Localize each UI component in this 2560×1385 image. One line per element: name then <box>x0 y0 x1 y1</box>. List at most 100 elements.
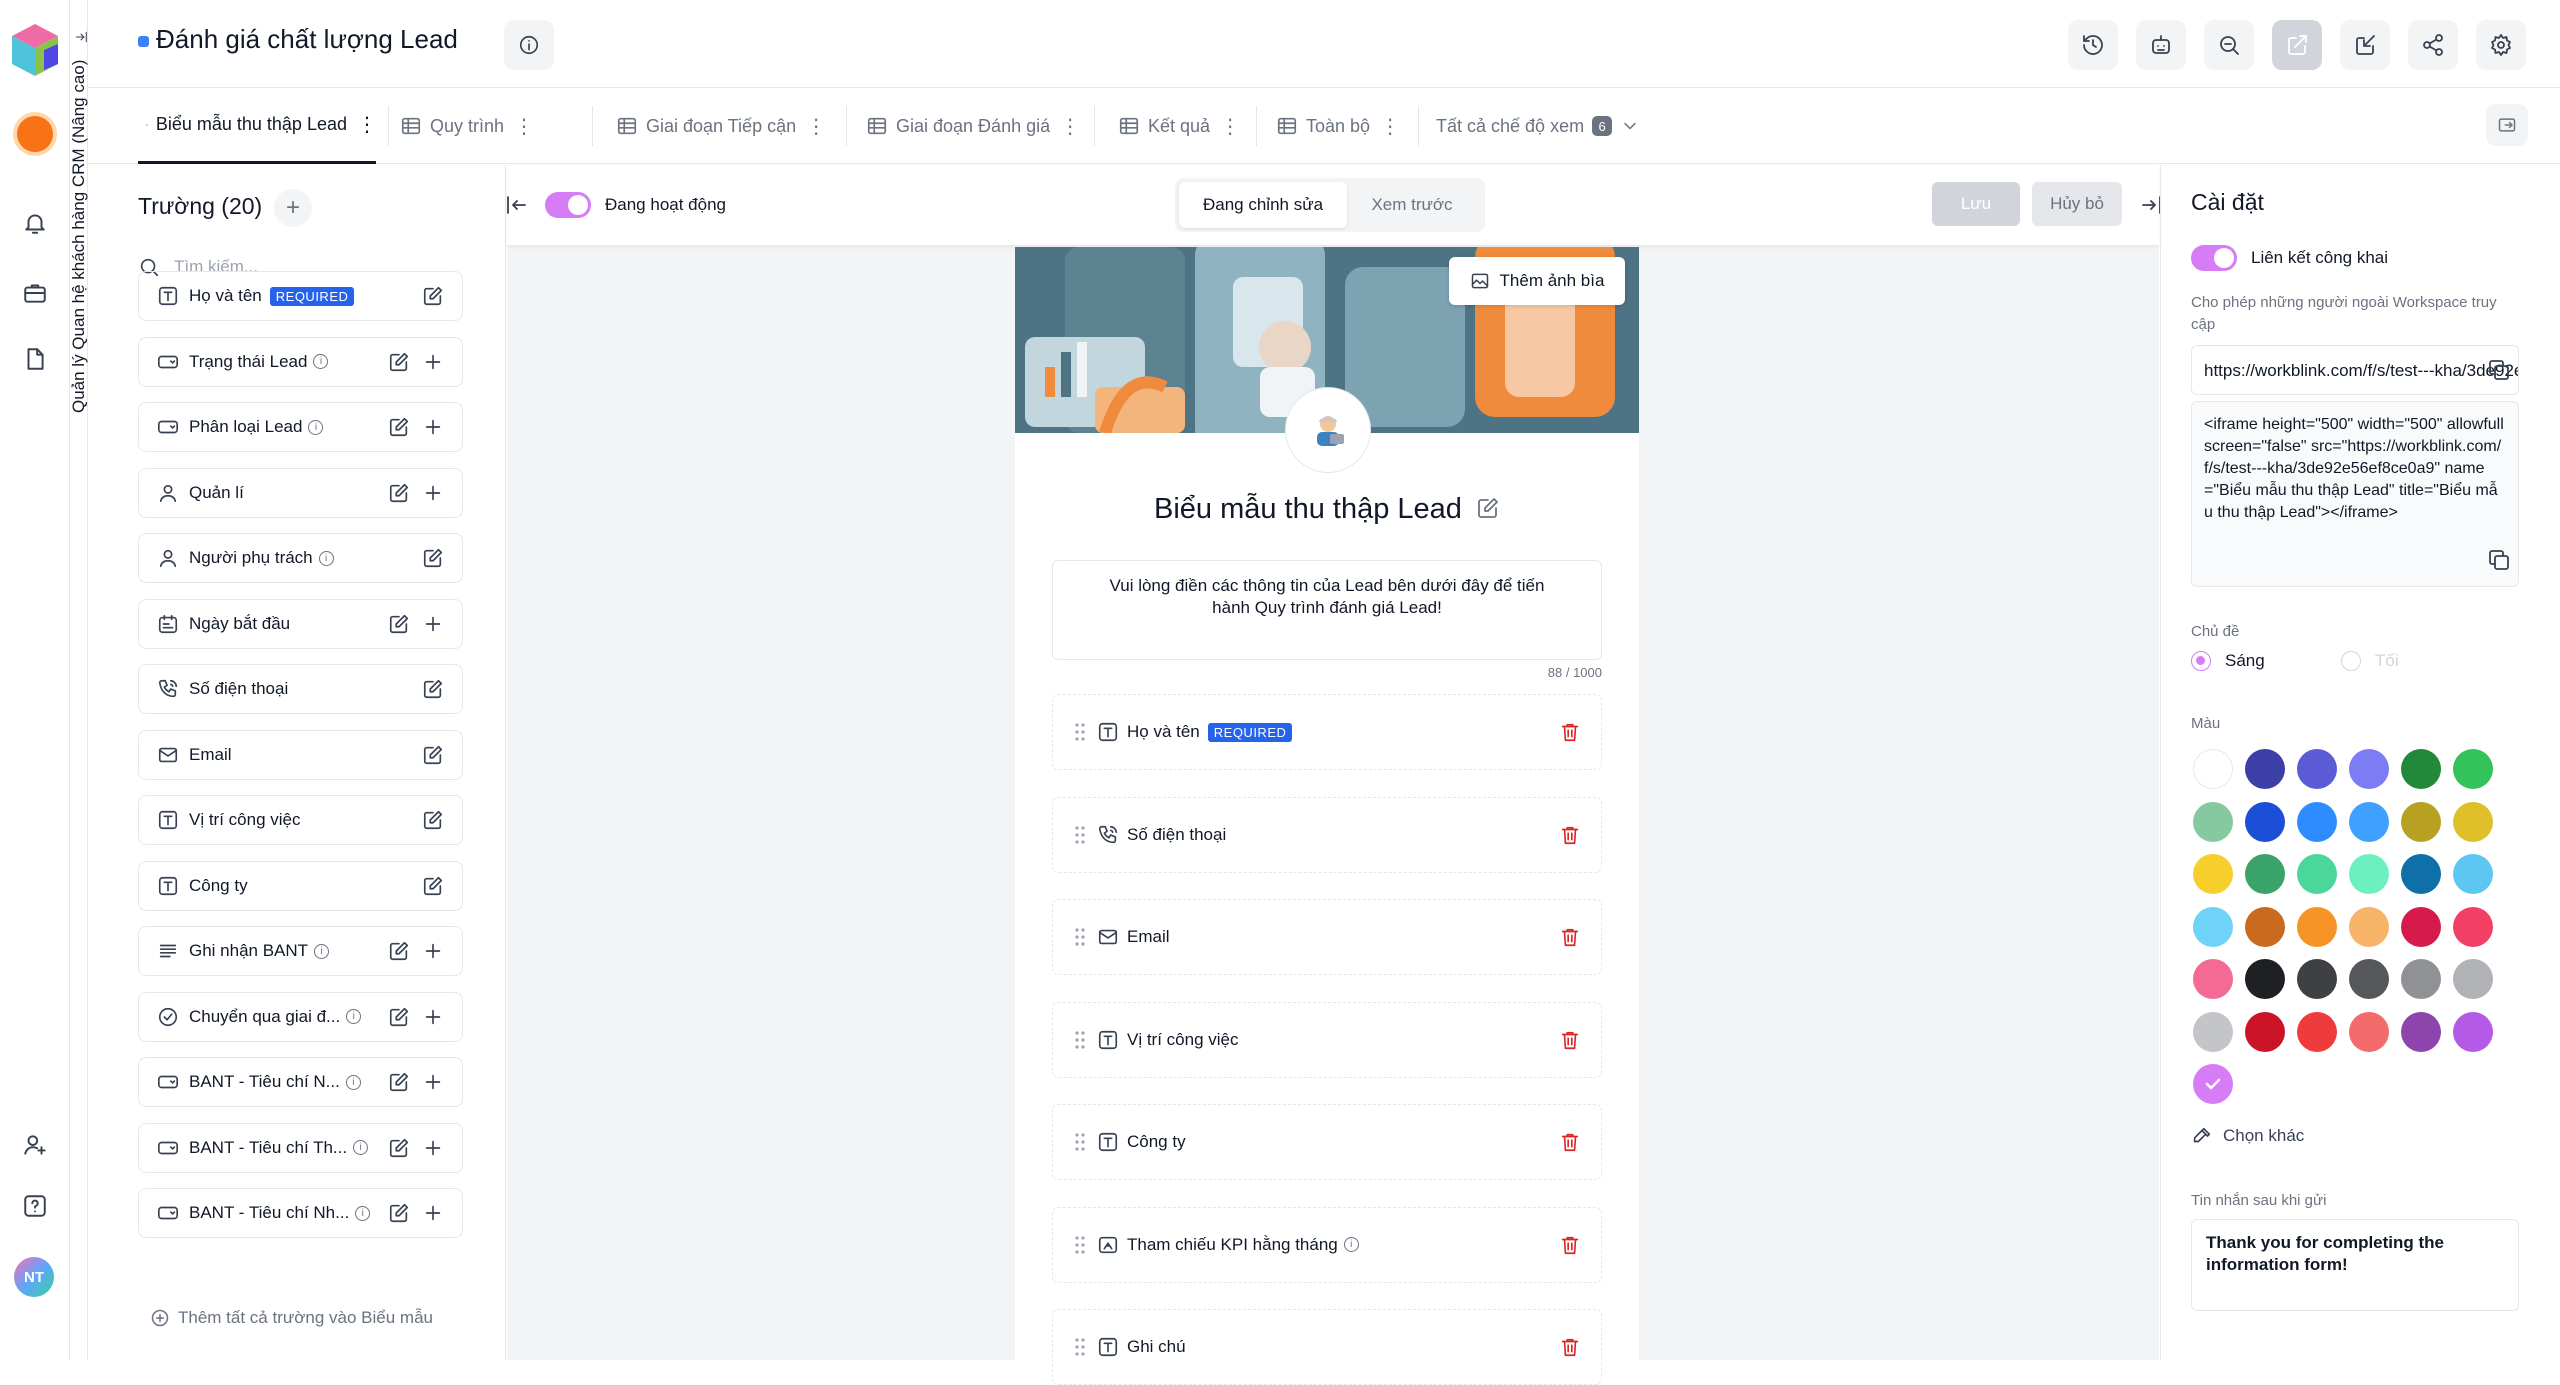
color-swatch[interactable] <box>2193 801 2233 842</box>
active-toggle[interactable]: Đang hoạt động <box>545 192 726 218</box>
color-swatch[interactable] <box>2193 749 2233 789</box>
color-swatch[interactable] <box>2193 1011 2233 1052</box>
field-item[interactable]: BANT - Tiêu chí N... i <box>138 1057 463 1107</box>
add-to-form-icon[interactable] <box>422 1006 444 1028</box>
view-settings-button[interactable] <box>2486 104 2528 146</box>
drag-handle-icon[interactable] <box>1073 824 1087 846</box>
color-swatch[interactable] <box>2453 1011 2493 1052</box>
history-button[interactable] <box>2068 20 2118 70</box>
color-swatch[interactable] <box>2349 1011 2389 1052</box>
add-cover-button[interactable]: Thêm ảnh bìa <box>1449 257 1625 305</box>
field-item[interactable]: Ghi nhận BANT i <box>138 926 463 976</box>
color-swatch[interactable] <box>2245 854 2285 894</box>
delete-icon[interactable] <box>1559 721 1581 743</box>
import-button[interactable] <box>2340 20 2390 70</box>
public-link-toggle[interactable]: Liên kết công khai <box>2191 245 2388 271</box>
tab-form[interactable]: Biểu mẫu thu thập Lead ⋮ <box>138 88 377 164</box>
add-field-button[interactable]: + <box>274 189 312 227</box>
tab-results[interactable]: Kết quả ⋮ <box>1118 88 1240 164</box>
field-item[interactable]: Số điện thoại <box>138 664 463 714</box>
info-icon[interactable]: i <box>313 354 329 369</box>
copy-url-icon[interactable] <box>2487 358 2511 382</box>
form-avatar[interactable] <box>1285 387 1371 473</box>
field-item[interactable]: Trạng thái Lead i <box>138 336 463 387</box>
drag-handle-icon[interactable] <box>1073 1131 1087 1153</box>
delete-icon[interactable] <box>1559 926 1581 948</box>
color-swatch[interactable] <box>2401 1011 2441 1052</box>
form-question[interactable]: Số điện thoại <box>1052 796 1602 873</box>
info-icon[interactable]: i <box>355 1205 371 1221</box>
edit-icon[interactable] <box>422 744 444 766</box>
settings-button[interactable] <box>2476 20 2526 70</box>
color-swatch[interactable] <box>2245 749 2285 789</box>
cancel-button[interactable]: Hủy bỏ <box>2032 182 2122 226</box>
delete-icon[interactable] <box>1559 824 1581 846</box>
search-zoom-button[interactable] <box>2204 20 2254 70</box>
color-swatch[interactable] <box>2401 906 2441 947</box>
save-button[interactable]: Lưu <box>1932 182 2020 226</box>
color-swatch[interactable] <box>2193 1064 2233 1104</box>
form-question[interactable]: Tham chiếu KPI hằng tháng i <box>1052 1206 1602 1283</box>
add-to-form-icon[interactable] <box>422 940 444 962</box>
add-to-form-icon[interactable] <box>422 1137 444 1159</box>
field-item[interactable]: Công ty <box>138 860 463 911</box>
add-to-form-icon[interactable] <box>422 416 444 438</box>
color-swatch[interactable] <box>2193 959 2233 999</box>
form-question[interactable]: Công ty <box>1052 1104 1602 1180</box>
tab-approach-stage[interactable]: Giai đoạn Tiếp cận ⋮ <box>616 88 826 164</box>
field-item[interactable]: Người phụ trách i <box>138 533 463 583</box>
field-item[interactable]: Chuyển qua giai đ... i <box>138 991 463 1042</box>
tab-process[interactable]: Quy trình ⋮ <box>400 88 534 164</box>
form-question[interactable]: Họ và tên REQUIRED <box>1052 694 1602 770</box>
delete-icon[interactable] <box>1559 1234 1581 1256</box>
color-swatch[interactable] <box>2453 801 2493 842</box>
edit-mode-tab[interactable]: Đang chỉnh sửa <box>1179 182 1347 228</box>
add-to-form-icon[interactable] <box>422 351 444 373</box>
theme-light-radio[interactable]: Sáng <box>2191 651 2265 671</box>
automation-button[interactable] <box>2136 20 2186 70</box>
document-icon[interactable] <box>22 346 48 372</box>
drag-handle-icon[interactable] <box>1073 1336 1087 1358</box>
drag-handle-icon[interactable] <box>1073 926 1087 948</box>
color-swatch[interactable] <box>2349 801 2389 842</box>
preview-mode-tab[interactable]: Xem trước <box>1347 182 1477 228</box>
after-submit-message[interactable]: Thank you for completing the information… <box>2191 1219 2519 1311</box>
add-user-icon[interactable] <box>22 1132 48 1158</box>
edit-icon[interactable] <box>388 1006 410 1028</box>
drag-handle-icon[interactable] <box>1073 1234 1087 1256</box>
field-item[interactable]: Ngày bắt đầu <box>138 598 463 649</box>
expand-sidebar-icon[interactable] <box>74 30 88 44</box>
workspace-app-icon[interactable] <box>13 112 57 156</box>
field-item[interactable]: Email <box>138 729 463 780</box>
more-vertical-icon[interactable]: ⋮ <box>1220 114 1240 139</box>
color-swatch[interactable] <box>2453 959 2493 999</box>
more-vertical-icon[interactable]: ⋮ <box>1380 114 1400 139</box>
add-to-form-icon[interactable] <box>422 1202 444 1224</box>
edit-icon[interactable] <box>422 809 444 831</box>
color-swatch[interactable] <box>2245 906 2285 947</box>
page-title[interactable]: Đánh giá chất lượng Lead <box>156 24 458 55</box>
add-to-form-icon[interactable] <box>422 1071 444 1093</box>
edit-icon[interactable] <box>388 940 410 962</box>
app-logo-icon[interactable] <box>8 20 62 80</box>
color-swatch[interactable] <box>2401 801 2441 842</box>
edit-icon[interactable] <box>388 416 410 438</box>
bell-icon[interactable] <box>22 210 48 236</box>
field-item[interactable]: BANT - Tiêu chí Th... i <box>138 1122 463 1173</box>
more-vertical-icon[interactable]: ⋮ <box>1060 114 1080 139</box>
color-swatch[interactable] <box>2297 801 2337 842</box>
color-swatch[interactable] <box>2349 906 2389 947</box>
color-swatch[interactable] <box>2297 959 2337 999</box>
form-description[interactable]: Vui lòng điền các thông tin của Lead bên… <box>1052 560 1602 660</box>
info-icon[interactable]: i <box>353 1140 369 1155</box>
copy-embed-icon[interactable] <box>2487 548 2511 572</box>
delete-icon[interactable] <box>1559 1131 1581 1153</box>
info-icon[interactable]: i <box>308 419 324 435</box>
collapse-left-icon[interactable] <box>505 193 529 217</box>
tab-evaluation-stage[interactable]: Giai đoạn Đánh giá ⋮ <box>866 88 1080 164</box>
form-question[interactable]: Ghi chú <box>1052 1309 1602 1385</box>
user-avatar[interactable]: NT <box>14 1257 54 1297</box>
color-swatch[interactable] <box>2193 854 2233 894</box>
color-swatch[interactable] <box>2401 854 2441 894</box>
info-icon[interactable]: i <box>1343 1237 1359 1252</box>
